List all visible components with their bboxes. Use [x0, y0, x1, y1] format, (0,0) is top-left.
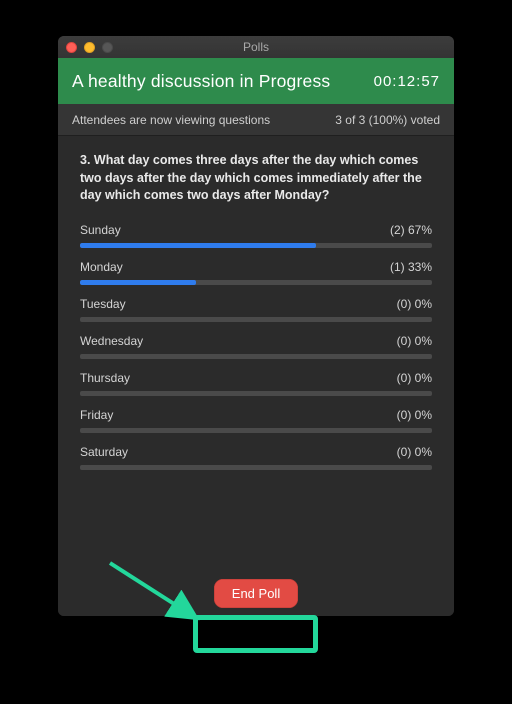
- option-bar-fill: [80, 280, 196, 285]
- zoom-icon[interactable]: [102, 42, 113, 53]
- poll-option: Tuesday (0) 0%: [80, 297, 432, 322]
- status-bar: Attendees are now viewing questions 3 of…: [58, 104, 454, 136]
- option-result: (0) 0%: [397, 408, 432, 422]
- window-title: Polls: [58, 40, 454, 54]
- option-bar: [80, 465, 432, 470]
- option-bar: [80, 354, 432, 359]
- option-result: (0) 0%: [397, 371, 432, 385]
- polls-window: Polls A healthy discussion in Progress 0…: [58, 36, 454, 616]
- option-label: Sunday: [80, 223, 121, 237]
- end-poll-button[interactable]: End Poll: [214, 579, 298, 608]
- poll-timer: 00:12:57: [374, 73, 440, 90]
- poll-question: 3. What day comes three days after the d…: [80, 152, 432, 205]
- option-bar: [80, 391, 432, 396]
- status-right: 3 of 3 (100%) voted: [335, 113, 440, 127]
- option-result: (0) 0%: [397, 297, 432, 311]
- poll-content: 3. What day comes three days after the d…: [58, 136, 454, 570]
- poll-footer: End Poll: [58, 570, 454, 616]
- poll-option: Sunday (2) 67%: [80, 223, 432, 248]
- option-result: (0) 0%: [397, 445, 432, 459]
- poll-options: Sunday(2) 67%Monday(1) 33%Tuesday(0) 0%W…: [80, 223, 432, 470]
- option-bar: [80, 280, 432, 285]
- option-result: (2) 67%: [390, 223, 432, 237]
- status-left: Attendees are now viewing questions: [72, 113, 270, 127]
- option-label: Monday: [80, 260, 123, 274]
- poll-option: Wednesday (0) 0%: [80, 334, 432, 359]
- option-result: (0) 0%: [397, 334, 432, 348]
- poll-title: A healthy discussion in Progress: [72, 71, 330, 92]
- poll-header: A healthy discussion in Progress 00:12:5…: [58, 58, 454, 104]
- option-label: Friday: [80, 408, 113, 422]
- close-icon[interactable]: [66, 42, 77, 53]
- option-bar: [80, 317, 432, 322]
- poll-option: Thursday (0) 0%: [80, 371, 432, 396]
- poll-option: Friday (0) 0%: [80, 408, 432, 433]
- titlebar[interactable]: Polls: [58, 36, 454, 58]
- option-result: (1) 33%: [390, 260, 432, 274]
- poll-option: Monday (1) 33%: [80, 260, 432, 285]
- minimize-icon[interactable]: [84, 42, 95, 53]
- option-label: Saturday: [80, 445, 128, 459]
- window-controls: [66, 42, 113, 53]
- poll-option: Saturday (0) 0%: [80, 445, 432, 470]
- option-label: Wednesday: [80, 334, 143, 348]
- annotation-highlight: [193, 615, 318, 653]
- option-label: Thursday: [80, 371, 130, 385]
- option-bar: [80, 428, 432, 433]
- option-bar: [80, 243, 432, 248]
- option-label: Tuesday: [80, 297, 126, 311]
- option-bar-fill: [80, 243, 316, 248]
